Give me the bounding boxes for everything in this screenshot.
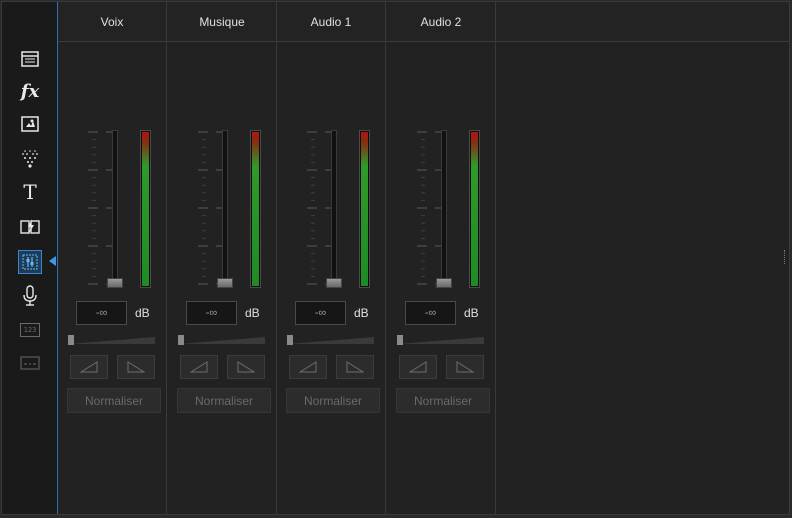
volume-unit-label: dB	[135, 306, 150, 320]
volume-input[interactable]: -∞	[295, 301, 346, 325]
audio-mixing-panel: fx T 123 Voix -∞ dB Normaliser Musique -…	[1, 1, 790, 515]
volume-unit-label: dB	[245, 306, 260, 320]
fade-slider-handle	[178, 335, 184, 345]
volume-input[interactable]: -∞	[405, 301, 456, 325]
media-room-button[interactable]	[18, 47, 42, 71]
fx-room-button[interactable]: fx	[18, 79, 42, 103]
normalize-button[interactable]: Normaliser	[396, 388, 490, 413]
subtitle-room-button[interactable]	[18, 351, 42, 375]
audio-mixing-room-button[interactable]	[18, 250, 42, 274]
volume-input[interactable]: -∞	[76, 301, 127, 325]
level-meter-fill	[142, 132, 149, 286]
pip-room-button[interactable]	[18, 112, 42, 136]
volume-fader-track[interactable]	[441, 130, 447, 286]
level-meter-fill	[471, 132, 478, 286]
transition-room-button[interactable]	[18, 215, 42, 239]
volume-input[interactable]: -∞	[186, 301, 237, 325]
fade-in-button[interactable]	[70, 355, 108, 379]
fade-in-button[interactable]	[289, 355, 327, 379]
chapter-room-button[interactable]: 123	[18, 318, 42, 342]
particle-room-button[interactable]	[18, 147, 42, 171]
fx-icon: fx	[20, 80, 40, 102]
normalize-button[interactable]: Normaliser	[67, 388, 161, 413]
fade-out-button[interactable]	[336, 355, 374, 379]
chapter-icon: 123	[20, 323, 40, 337]
fade-out-icon	[237, 361, 255, 373]
fade-out-icon	[127, 361, 145, 373]
level-meter	[469, 130, 480, 288]
volume-unit-label: dB	[354, 306, 369, 320]
level-meter	[359, 130, 370, 288]
resize-grip[interactable]	[784, 250, 787, 264]
level-meter	[140, 130, 151, 288]
fade-in-button[interactable]	[399, 355, 437, 379]
microphone-icon	[23, 285, 37, 306]
volume-fader-track[interactable]	[222, 130, 228, 286]
particle-icon	[22, 150, 38, 168]
volume-unit-label: dB	[464, 306, 479, 320]
fade-in-icon	[409, 361, 427, 373]
channel-strip-1: Musique -∞ dB Normaliser	[168, 2, 277, 514]
audio-mixer: Voix -∞ dB Normaliser Musique -∞ dB Norm…	[58, 2, 789, 514]
fade-slider-handle	[287, 335, 293, 345]
fade-slider[interactable]	[177, 332, 267, 346]
level-meter-fill	[361, 132, 368, 286]
fade-slider[interactable]	[67, 332, 157, 346]
active-room-indicator	[49, 256, 56, 266]
audio-mixer-icon	[22, 254, 38, 270]
fade-in-icon	[190, 361, 208, 373]
volume-fader-handle[interactable]	[326, 278, 342, 288]
fade-out-button[interactable]	[446, 355, 484, 379]
level-meter-fill	[252, 132, 259, 286]
fade-in-button[interactable]	[180, 355, 218, 379]
fade-slider-handle	[397, 335, 403, 345]
volume-fader-track[interactable]	[331, 130, 337, 286]
transition-icon	[20, 219, 40, 235]
fade-slider-handle	[68, 335, 74, 345]
volume-fader-handle[interactable]	[217, 278, 233, 288]
fade-out-button[interactable]	[117, 355, 155, 379]
pip-objects-icon	[21, 116, 39, 132]
fade-out-icon	[346, 361, 364, 373]
channel-title: Audio 1	[310, 14, 352, 29]
fade-slider[interactable]	[396, 332, 486, 346]
fade-out-button[interactable]	[227, 355, 265, 379]
voiceover-room-button[interactable]	[18, 284, 42, 308]
title-icon: T	[23, 180, 37, 204]
room-toolbar: fx T 123	[2, 2, 58, 514]
title-room-button[interactable]: T	[18, 180, 42, 204]
fade-out-icon	[456, 361, 474, 373]
volume-fader-handle[interactable]	[436, 278, 452, 288]
volume-fader-handle[interactable]	[107, 278, 123, 288]
channel-strip-0: Voix -∞ dB Normaliser	[58, 2, 167, 514]
volume-fader-track[interactable]	[112, 130, 118, 286]
fade-slider[interactable]	[286, 332, 376, 346]
channel-title: Audio 2	[420, 14, 462, 29]
channel-strip-2: Audio 1 -∞ dB Normaliser	[277, 2, 386, 514]
channel-title: Voix	[100, 14, 124, 29]
normalize-button[interactable]: Normaliser	[177, 388, 271, 413]
level-meter	[250, 130, 261, 288]
clapperboard-icon	[21, 51, 39, 67]
subtitle-icon	[20, 356, 40, 370]
fade-in-icon	[80, 361, 98, 373]
fade-in-icon	[299, 361, 317, 373]
channel-title: Musique	[199, 14, 245, 29]
channel-strip-3: Audio 2 -∞ dB Normaliser	[387, 2, 496, 514]
normalize-button[interactable]: Normaliser	[286, 388, 380, 413]
